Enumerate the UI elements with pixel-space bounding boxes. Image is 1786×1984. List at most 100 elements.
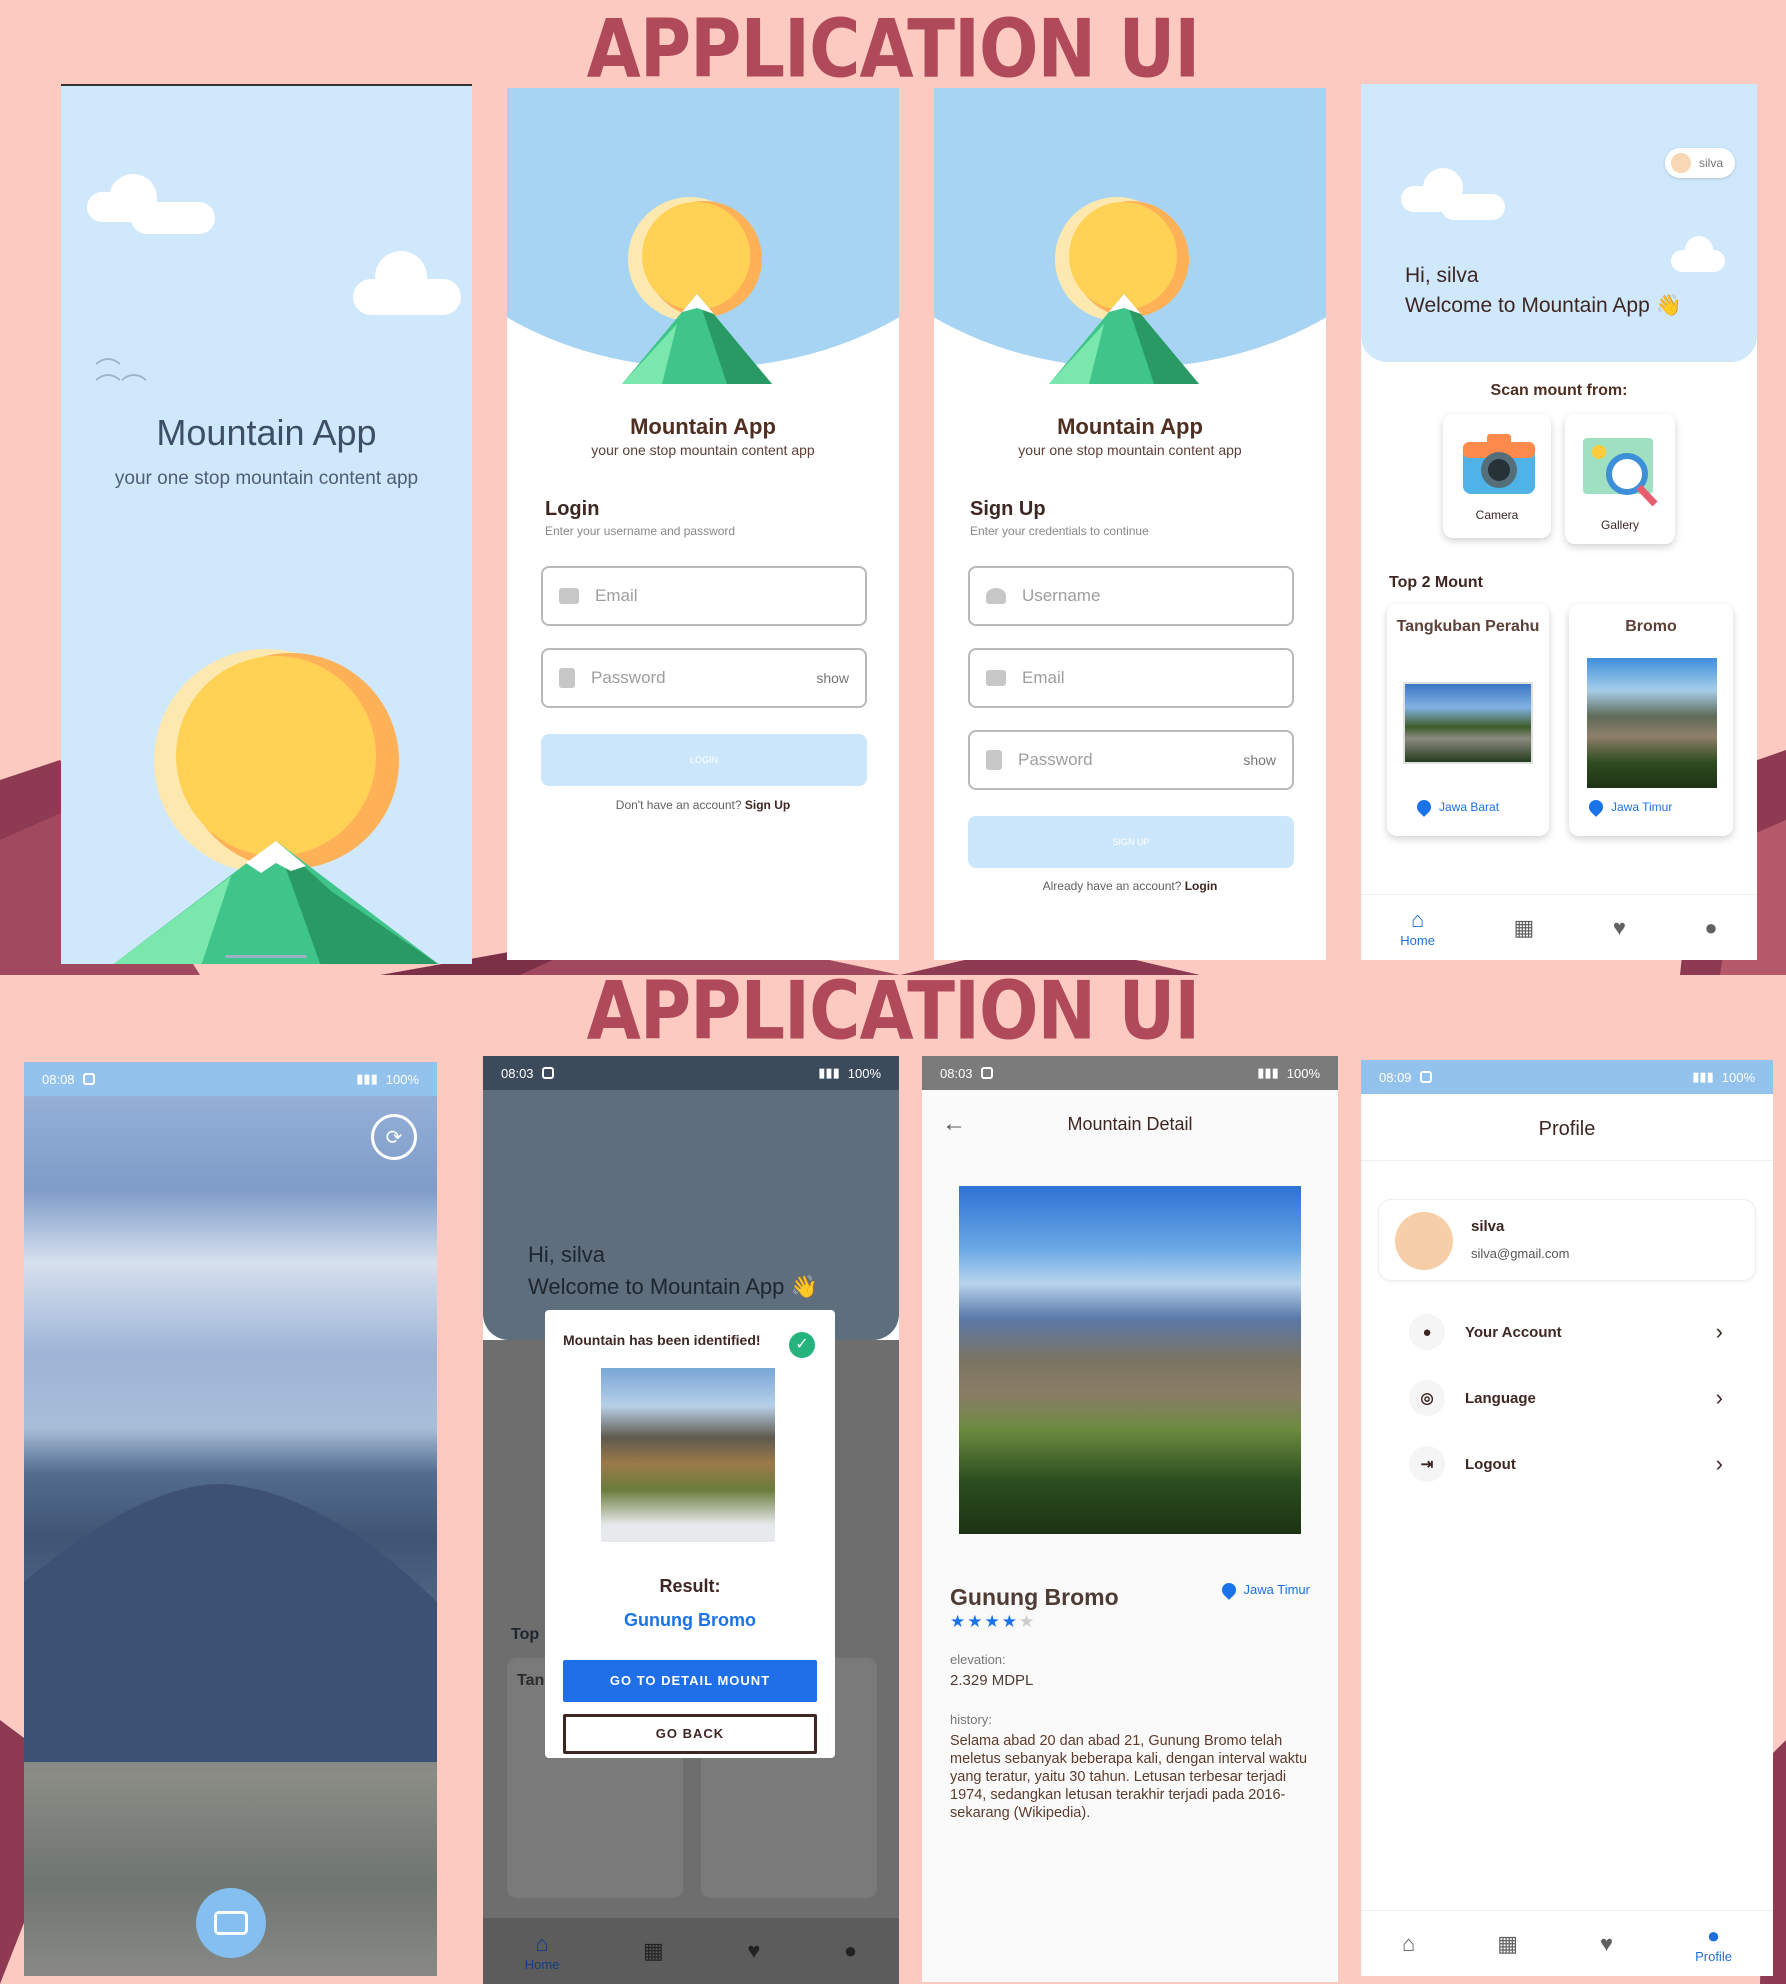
- profile-title: Profile: [1538, 1118, 1596, 1140]
- region-label: Jawa Timur: [1611, 800, 1673, 814]
- signup-link[interactable]: Sign Up: [745, 798, 790, 812]
- username-field[interactable]: Username: [968, 566, 1294, 626]
- app-subtitle: your one stop mountain content app: [1018, 442, 1242, 458]
- globe-icon: ◎: [1409, 1380, 1445, 1416]
- dimmed-card-label: Tan: [517, 1672, 545, 1689]
- location-pin-icon: [1414, 797, 1434, 817]
- result-value: Gunung Bromo: [624, 1610, 756, 1630]
- nav-home[interactable]: ⌂ Home: [1400, 907, 1435, 948]
- camera-option[interactable]: Camera: [1443, 414, 1551, 538]
- go-to-detail-button[interactable]: GO TO DETAIL MOUNT: [563, 1660, 817, 1702]
- signup-button[interactable]: SIGN UP: [968, 816, 1294, 868]
- login-hint: Enter your username and password: [545, 524, 736, 538]
- nav-profile[interactable]: ●: [844, 1938, 857, 1964]
- region-label: Jawa Timur: [1243, 1582, 1310, 1597]
- status-time: 08:03: [501, 1065, 534, 1081]
- region-label: Jawa Barat: [1439, 800, 1500, 814]
- nav-favorites[interactable]: ♥: [747, 1938, 760, 1964]
- profile-card[interactable]: silva silva@gmail.com: [1379, 1200, 1755, 1280]
- user-chip-label: silva: [1698, 156, 1723, 170]
- mount-card-tangkuban[interactable]: Tangkuban Perahu Jawa Barat: [1387, 604, 1549, 836]
- elevation-value: 2.329 MDPL: [950, 1672, 1034, 1689]
- signup-prompt: Don't have an account? Sign Up: [507, 798, 899, 812]
- battery-level: 100%: [847, 1065, 881, 1081]
- switch-camera-icon[interactable]: ⟳: [371, 1114, 417, 1160]
- mountain-region: Jawa Timur: [1218, 1579, 1310, 1600]
- profile-screen: 08:09 ▮▮▮ 100% Profile silva silva@gmail.…: [1361, 1060, 1773, 1976]
- menu-logout-label: Logout: [1465, 1455, 1516, 1473]
- notification-icon: [980, 1067, 993, 1079]
- lock-icon: [559, 668, 575, 688]
- cloud-icon: [1671, 236, 1727, 272]
- mail-icon: [559, 588, 579, 604]
- nav-profile[interactable]: ● Profile: [1695, 1923, 1732, 1964]
- chevron-right-icon: ›: [1715, 1319, 1723, 1344]
- notification-icon: [82, 1073, 95, 1085]
- password-field[interactable]: Password show: [968, 730, 1294, 790]
- chevron-right-icon: ›: [1715, 1385, 1723, 1410]
- dashboard-icon: ▦: [642, 1938, 664, 1963]
- result-label: Result:: [659, 1576, 721, 1596]
- password-field[interactable]: Password show: [541, 648, 867, 708]
- capture-button[interactable]: [196, 1888, 266, 1958]
- detail-title: Mountain Detail: [1067, 1114, 1193, 1134]
- mountain-sun-logo: [622, 197, 772, 384]
- camera-viewfinder-mountain: [24, 1483, 437, 1762]
- status-time: 08:08: [42, 1071, 75, 1087]
- account-circle-icon: ●: [1409, 1314, 1445, 1350]
- email-placeholder: Email: [595, 586, 638, 605]
- dashboard-icon: ▦: [1497, 1930, 1519, 1956]
- login-link[interactable]: Login: [1185, 879, 1218, 893]
- chevron-right-icon: ›: [1715, 1451, 1723, 1476]
- signup-hint: Enter your credentials to continue: [970, 524, 1149, 538]
- nav-profile[interactable]: ●: [1704, 915, 1717, 941]
- go-back-button[interactable]: GO BACK: [563, 1714, 817, 1754]
- camera-screen: 08:08 ▮▮▮ 100% ⟳: [24, 1062, 437, 1976]
- person-icon: ●: [1706, 1923, 1721, 1948]
- login-button[interactable]: LOGIN: [541, 734, 867, 786]
- cloud-icon: [77, 164, 217, 234]
- menu-language-label: Language: [1465, 1389, 1536, 1407]
- user-chip[interactable]: silva: [1664, 148, 1735, 178]
- camera-icon: [1463, 434, 1535, 494]
- mountain-name: Gunung Bromo: [950, 1584, 1119, 1610]
- tangkuban-image: [1403, 682, 1533, 764]
- gallery-label: Gallery: [1600, 518, 1639, 532]
- gallery-option[interactable]: Gallery: [1565, 414, 1675, 544]
- show-password-toggle[interactable]: show: [816, 670, 849, 686]
- mail-icon: [986, 670, 1006, 686]
- password-placeholder: Password: [591, 668, 666, 687]
- home-icon: ⌂: [1410, 907, 1425, 932]
- app-title: Mountain App: [1057, 414, 1203, 439]
- menu-logout[interactable]: ⇥ Logout ›: [1409, 1444, 1723, 1484]
- nav-home[interactable]: ⌂: [1402, 1931, 1415, 1957]
- splash-title: Mountain App: [156, 412, 377, 453]
- logout-icon: ⇥: [1409, 1446, 1445, 1482]
- dimmed-welcome-line: Welcome to Mountain App 👋: [528, 1274, 818, 1299]
- nav-favorites[interactable]: ♥: [1600, 1931, 1613, 1957]
- heart-icon: ♥: [1600, 1930, 1614, 1956]
- welcome-text: Welcome to Mountain App 👋: [1405, 294, 1682, 317]
- signal-icon: ▮▮▮: [1257, 1065, 1279, 1080]
- dashboard-icon: ▦: [1513, 914, 1535, 940]
- email-field[interactable]: Email: [968, 648, 1294, 708]
- nav-dashboard[interactable]: ▦: [643, 1938, 664, 1964]
- nav-dashboard[interactable]: ▦: [1513, 915, 1534, 941]
- show-password-toggle[interactable]: show: [1243, 752, 1276, 768]
- check-circle-icon: ✓: [789, 1332, 815, 1358]
- signup-prompt-text: Don't have an account?: [615, 798, 742, 812]
- nav-dashboard[interactable]: ▦: [1497, 1931, 1518, 1957]
- nav-home[interactable]: ⌂ Home: [525, 1931, 560, 1972]
- status-bar: 08:09 ▮▮▮ 100%: [1361, 1060, 1773, 1094]
- signal-icon: ▮▮▮: [1692, 1069, 1714, 1084]
- mount-card-bromo[interactable]: Bromo Jawa Timur: [1569, 604, 1733, 836]
- email-field[interactable]: Email: [541, 566, 867, 626]
- splash-screen: ︵ ︵︵ Mountain App your one stop mountain …: [61, 84, 472, 964]
- bottom-navigation: ⌂ ▦ ♥ ● Profile: [1361, 1910, 1773, 1976]
- nav-favorites[interactable]: ♥: [1613, 915, 1626, 941]
- menu-language[interactable]: ◎ Language ›: [1409, 1378, 1723, 1418]
- menu-your-account[interactable]: ● Your Account ›: [1409, 1312, 1723, 1352]
- scan-title: Scan mount from:: [1490, 382, 1628, 399]
- heart-icon: ♥: [747, 1938, 761, 1963]
- bottom-navigation: ⌂ Home ▦ ♥ ●: [1361, 894, 1757, 960]
